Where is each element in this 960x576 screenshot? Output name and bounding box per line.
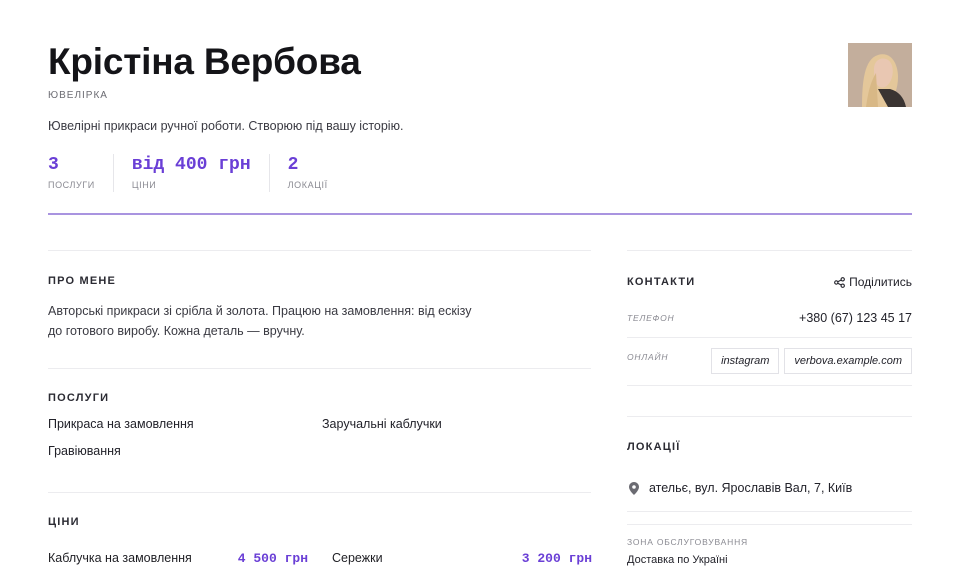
price-name: Сережки bbox=[332, 551, 383, 565]
stat-label: ПОСЛУГИ bbox=[48, 180, 95, 190]
location-item[interactable]: ательє, вул. Ярославів Вал, 7, Київ bbox=[627, 475, 912, 512]
stat-value: 3 bbox=[48, 155, 59, 175]
service-zone: ЗОНА ОБСЛУГОВУВАННЯ Доставка по Україні bbox=[627, 524, 912, 566]
contacts-header: КОНТАКТИ Поділитись bbox=[627, 275, 912, 289]
stat-label: ЛОКАЦІЇ bbox=[287, 180, 328, 190]
service-item: Заручальні каблучки bbox=[322, 417, 442, 431]
avatar bbox=[848, 43, 912, 107]
stat-value: від 400 грн bbox=[131, 155, 251, 175]
stat-prices: від 400 грн ЦІНИ bbox=[132, 154, 270, 192]
location-address: ательє, вул. Ярославів Вал, 7, Київ bbox=[649, 481, 853, 495]
accent-divider bbox=[48, 213, 912, 215]
about-title: ПРО МЕНЕ bbox=[48, 275, 117, 287]
locations-section: ЛОКАЦІЇ ательє, вул. Ярославів Вал, 7, К… bbox=[627, 416, 912, 566]
locations-title: ЛОКАЦІЇ bbox=[627, 441, 681, 453]
price-value: 4 500 грн bbox=[237, 551, 308, 566]
price-value: 3 200 грн bbox=[521, 551, 592, 566]
about-section: ПРО МЕНЕ Авторські прикраси зі срібла й … bbox=[48, 250, 591, 368]
phone-row: ТЕЛЕФОН +380 (67) 123 45 17 bbox=[627, 306, 912, 338]
stat-label: ЦІНИ bbox=[131, 180, 157, 190]
prices-title: ЦІНИ bbox=[48, 516, 80, 528]
share-label: Поділитись bbox=[849, 275, 912, 289]
page-title: Крістіна Вербова bbox=[48, 41, 361, 82]
profile-header: Крістіна Вербова ЮВЕЛІРКА Ювелірні прикр… bbox=[48, 40, 912, 133]
online-links: instagram verbova.example.com bbox=[711, 348, 912, 374]
contacts-section: КОНТАКТИ Поділитись ТЕЛЕФОН +380 (67) 12… bbox=[627, 250, 912, 386]
service-item: Прикраса на замовлення bbox=[48, 417, 194, 431]
services-section: ПОСЛУГИ Прикраса на замовлення Заручальн… bbox=[48, 368, 591, 492]
services-title: ПОСЛУГИ bbox=[48, 392, 110, 404]
contacts-title: КОНТАКТИ bbox=[627, 276, 696, 288]
stats-bar: 3 ПОСЛУГИ від 400 грн ЦІНИ 2 ЛОКАЦІЇ bbox=[48, 154, 364, 192]
stat-locations: 2 ЛОКАЦІЇ bbox=[288, 154, 346, 192]
online-row: ОНЛАЙН instagram verbova.example.com bbox=[627, 338, 912, 386]
online-label: ОНЛАЙН bbox=[627, 352, 669, 362]
person-photo-icon bbox=[848, 43, 912, 107]
instagram-link[interactable]: instagram bbox=[711, 348, 780, 374]
main-column: ПРО МЕНЕ Авторські прикраси зі срібла й … bbox=[48, 250, 592, 566]
stat-value: 2 bbox=[287, 155, 299, 175]
price-row: Сережки 3 200 грн bbox=[332, 551, 592, 566]
stat-services: 3 ПОСЛУГИ bbox=[48, 154, 114, 192]
map-pin-icon bbox=[629, 481, 639, 495]
services-list: Прикраса на замовлення Заручальні каблуч… bbox=[48, 417, 591, 458]
phone-label: ТЕЛЕФОН bbox=[627, 312, 675, 323]
share-icon bbox=[834, 276, 846, 288]
share-button[interactable]: Поділитись bbox=[834, 275, 912, 289]
phone-link[interactable]: +380 (67) 123 45 17 bbox=[799, 311, 912, 325]
category-label: ЮВЕЛІРКА bbox=[48, 90, 108, 101]
tagline: Ювелірні прикраси ручної роботи. Створюю… bbox=[48, 119, 404, 133]
about-text: Авторські прикраси зі срібла й золота. П… bbox=[48, 304, 472, 338]
prices-list: Каблучка на замовлення 4 500 грн Сережки… bbox=[48, 551, 592, 566]
price-name: Каблучка на замовлення bbox=[48, 551, 192, 565]
sidebar: КОНТАКТИ Поділитись ТЕЛЕФОН +380 (67) 12… bbox=[627, 250, 912, 566]
website-link[interactable]: verbova.example.com bbox=[784, 348, 912, 374]
zone-label: ЗОНА ОБСЛУГОВУВАННЯ bbox=[627, 537, 748, 547]
zone-value: Доставка по Україні bbox=[627, 554, 728, 566]
prices-section: ЦІНИ Каблучка на замовлення 4 500 грн Се… bbox=[48, 492, 592, 566]
service-item: Гравіювання bbox=[48, 444, 121, 458]
price-row: Каблучка на замовлення 4 500 грн bbox=[48, 551, 308, 566]
